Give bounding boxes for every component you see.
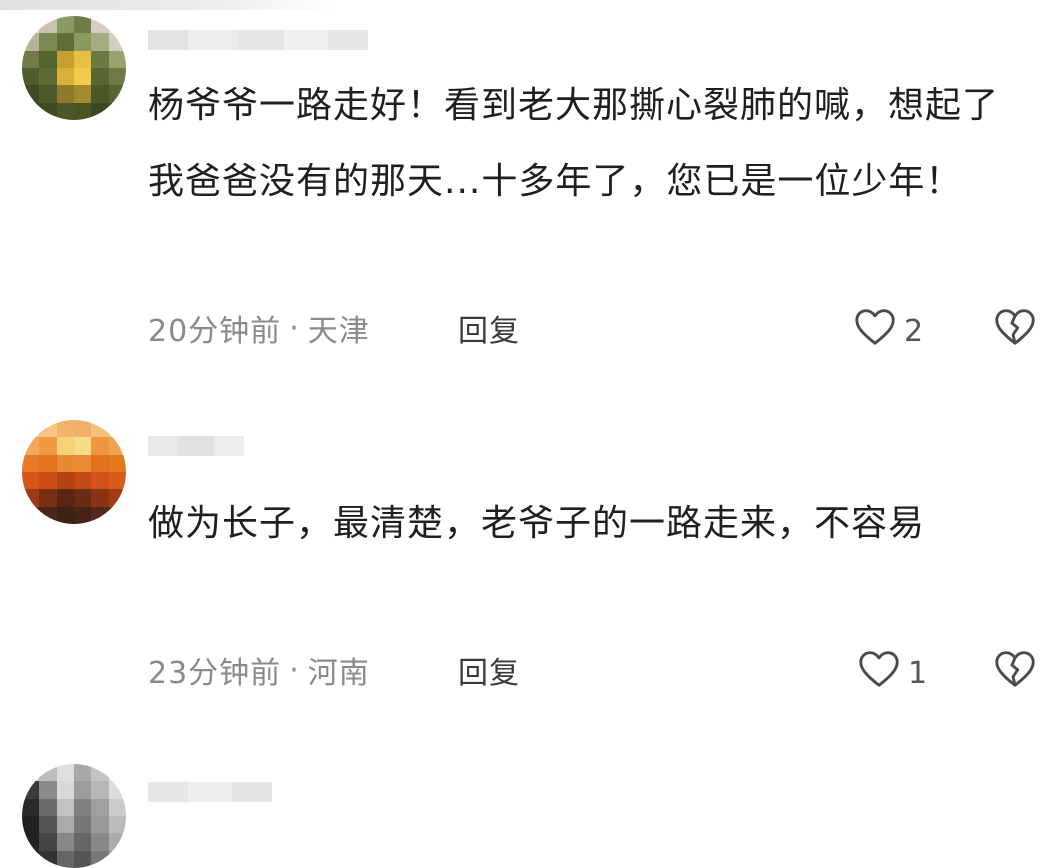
comment-location: 天津	[307, 314, 370, 349]
comment-location: 河南	[307, 656, 370, 691]
comment-text: 做为长子，最清楚，老爷子的一路走来，不容易	[148, 503, 926, 544]
reply-button[interactable]: 回复	[458, 306, 520, 350]
username-blurred[interactable]	[148, 436, 244, 456]
avatar-pixelated	[22, 420, 126, 524]
comment-time: 20分钟前	[148, 314, 282, 349]
meta-separator: ·	[289, 652, 300, 688]
like-button[interactable]: 2	[852, 304, 923, 358]
dislike-button[interactable]	[992, 304, 1038, 354]
top-edge-shadow	[0, 0, 340, 10]
avatar-pixelated	[22, 16, 126, 120]
like-count: 2	[904, 313, 924, 349]
comment-text: 杨爷爷一路走好！看到老大那撕心裂肺的喊，想起了我爸爸没有的那天...十多年了，您…	[148, 85, 1000, 202]
like-button[interactable]: 1	[856, 646, 927, 700]
avatar-pixelated	[22, 764, 126, 868]
dislike-button[interactable]	[992, 646, 1038, 696]
avatar[interactable]	[22, 764, 126, 868]
broken-heart-icon	[992, 651, 1038, 696]
broken-heart-icon	[992, 309, 1038, 354]
comment-meta: 23分钟前 · 河南	[148, 648, 370, 692]
comment-meta: 20分钟前 · 天津	[148, 306, 370, 350]
username-blurred[interactable]	[148, 782, 272, 802]
heart-outline-icon	[852, 304, 898, 358]
heart-outline-icon	[856, 646, 902, 700]
like-count: 1	[908, 655, 928, 691]
meta-separator: ·	[289, 310, 300, 346]
comment-time: 23分钟前	[148, 656, 282, 691]
username-blurred[interactable]	[148, 30, 368, 50]
avatar[interactable]	[22, 16, 126, 120]
avatar[interactable]	[22, 420, 126, 524]
reply-button[interactable]: 回复	[458, 648, 520, 692]
